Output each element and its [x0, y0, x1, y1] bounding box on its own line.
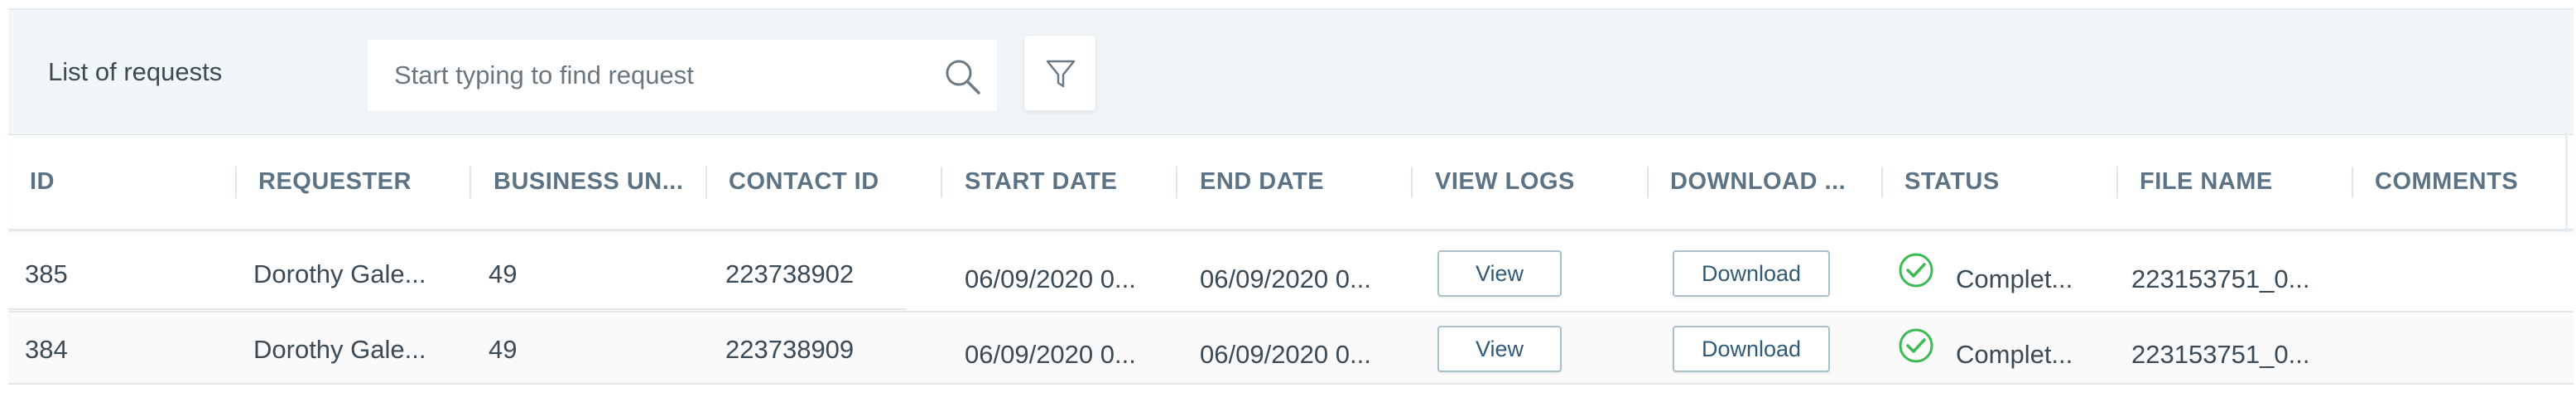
cell-id: 385	[25, 259, 68, 288]
table-row[interactable]: 384 Dorothy Gale... 49 223738909 06/09/2…	[8, 311, 2574, 385]
column-header-contact-id[interactable]: CONTACT ID	[729, 135, 944, 228]
filter-icon	[1046, 60, 1076, 88]
requests-page: List of requests ID REQUESTER BUSINESS U…	[0, 0, 2576, 402]
cell-contact-id: 223738902	[725, 259, 855, 288]
check-circle-icon	[1899, 328, 1933, 363]
column-divider[interactable]	[235, 167, 237, 198]
cell-start-date: 06/09/2020 0...	[965, 340, 1136, 369]
page-title: List of requests	[48, 57, 223, 86]
column-header-end-date[interactable]: END DATE	[1200, 135, 1415, 228]
column-header-file-name[interactable]: FILE NAME	[2140, 135, 2355, 228]
cell-requester: Dorothy Gale...	[253, 335, 426, 364]
requests-table: ID REQUESTER BUSINESS UN... CONTACT ID S…	[8, 134, 2574, 393]
column-header-view-logs[interactable]: VIEW LOGS	[1435, 135, 1650, 228]
column-header-download[interactable]: DOWNLOAD ...	[1670, 135, 1877, 228]
row-divider	[8, 308, 907, 310]
check-circle-icon	[1899, 253, 1933, 288]
column-divider[interactable]	[1176, 167, 1177, 198]
column-divider[interactable]	[2352, 167, 2353, 198]
cell-start-date: 06/09/2020 0...	[965, 264, 1136, 293]
table-row[interactable]: 385 Dorothy Gale... 49 223738902 06/09/2…	[8, 237, 2574, 311]
download-button[interactable]: Download	[1673, 326, 1830, 372]
column-header-status[interactable]: STATUS	[1904, 135, 2120, 228]
search-input[interactable]	[368, 40, 898, 111]
search-icon[interactable]	[942, 56, 982, 96]
cell-business-unit: 49	[489, 335, 518, 364]
column-divider[interactable]	[941, 167, 942, 198]
cell-requester: Dorothy Gale...	[253, 259, 426, 288]
column-header-start-date[interactable]: START DATE	[965, 135, 1180, 228]
cell-comments	[2375, 237, 2565, 311]
cell-status: Complet...	[1956, 264, 2073, 293]
search-box[interactable]	[367, 39, 998, 112]
cell-file-name: 223153751_0...	[2131, 340, 2310, 369]
cell-id: 384	[25, 335, 68, 364]
column-header-id[interactable]: ID	[30, 135, 195, 228]
view-logs-button[interactable]: View	[1437, 326, 1562, 372]
toolbar: List of requests	[8, 8, 2574, 134]
column-divider[interactable]	[1411, 167, 1413, 198]
column-divider[interactable]	[1647, 167, 1649, 198]
cell-end-date: 06/09/2020 0...	[1200, 340, 1371, 369]
column-divider[interactable]	[2116, 167, 2118, 198]
column-header-business-unit[interactable]: BUSINESS UN...	[494, 135, 692, 228]
cell-comments	[2375, 312, 2565, 386]
cell-status: Complet...	[1956, 340, 2073, 369]
scrollbar-edge[interactable]	[2565, 133, 2568, 232]
column-divider[interactable]	[1881, 167, 1883, 198]
view-logs-button[interactable]: View	[1437, 250, 1562, 297]
column-divider[interactable]	[705, 167, 707, 198]
column-divider[interactable]	[469, 167, 471, 198]
cell-business-unit: 49	[489, 259, 518, 288]
column-header-requester[interactable]: REQUESTER	[258, 135, 474, 228]
cell-contact-id: 223738909	[725, 335, 855, 364]
cell-end-date: 06/09/2020 0...	[1200, 264, 1371, 293]
download-button[interactable]: Download	[1673, 250, 1830, 297]
table-header: ID REQUESTER BUSINESS UN... CONTACT ID S…	[8, 134, 2574, 231]
filter-button[interactable]	[1023, 35, 1096, 111]
column-header-comments[interactable]: COMMENTS	[2375, 135, 2572, 228]
cell-file-name: 223153751_0...	[2131, 264, 2310, 293]
